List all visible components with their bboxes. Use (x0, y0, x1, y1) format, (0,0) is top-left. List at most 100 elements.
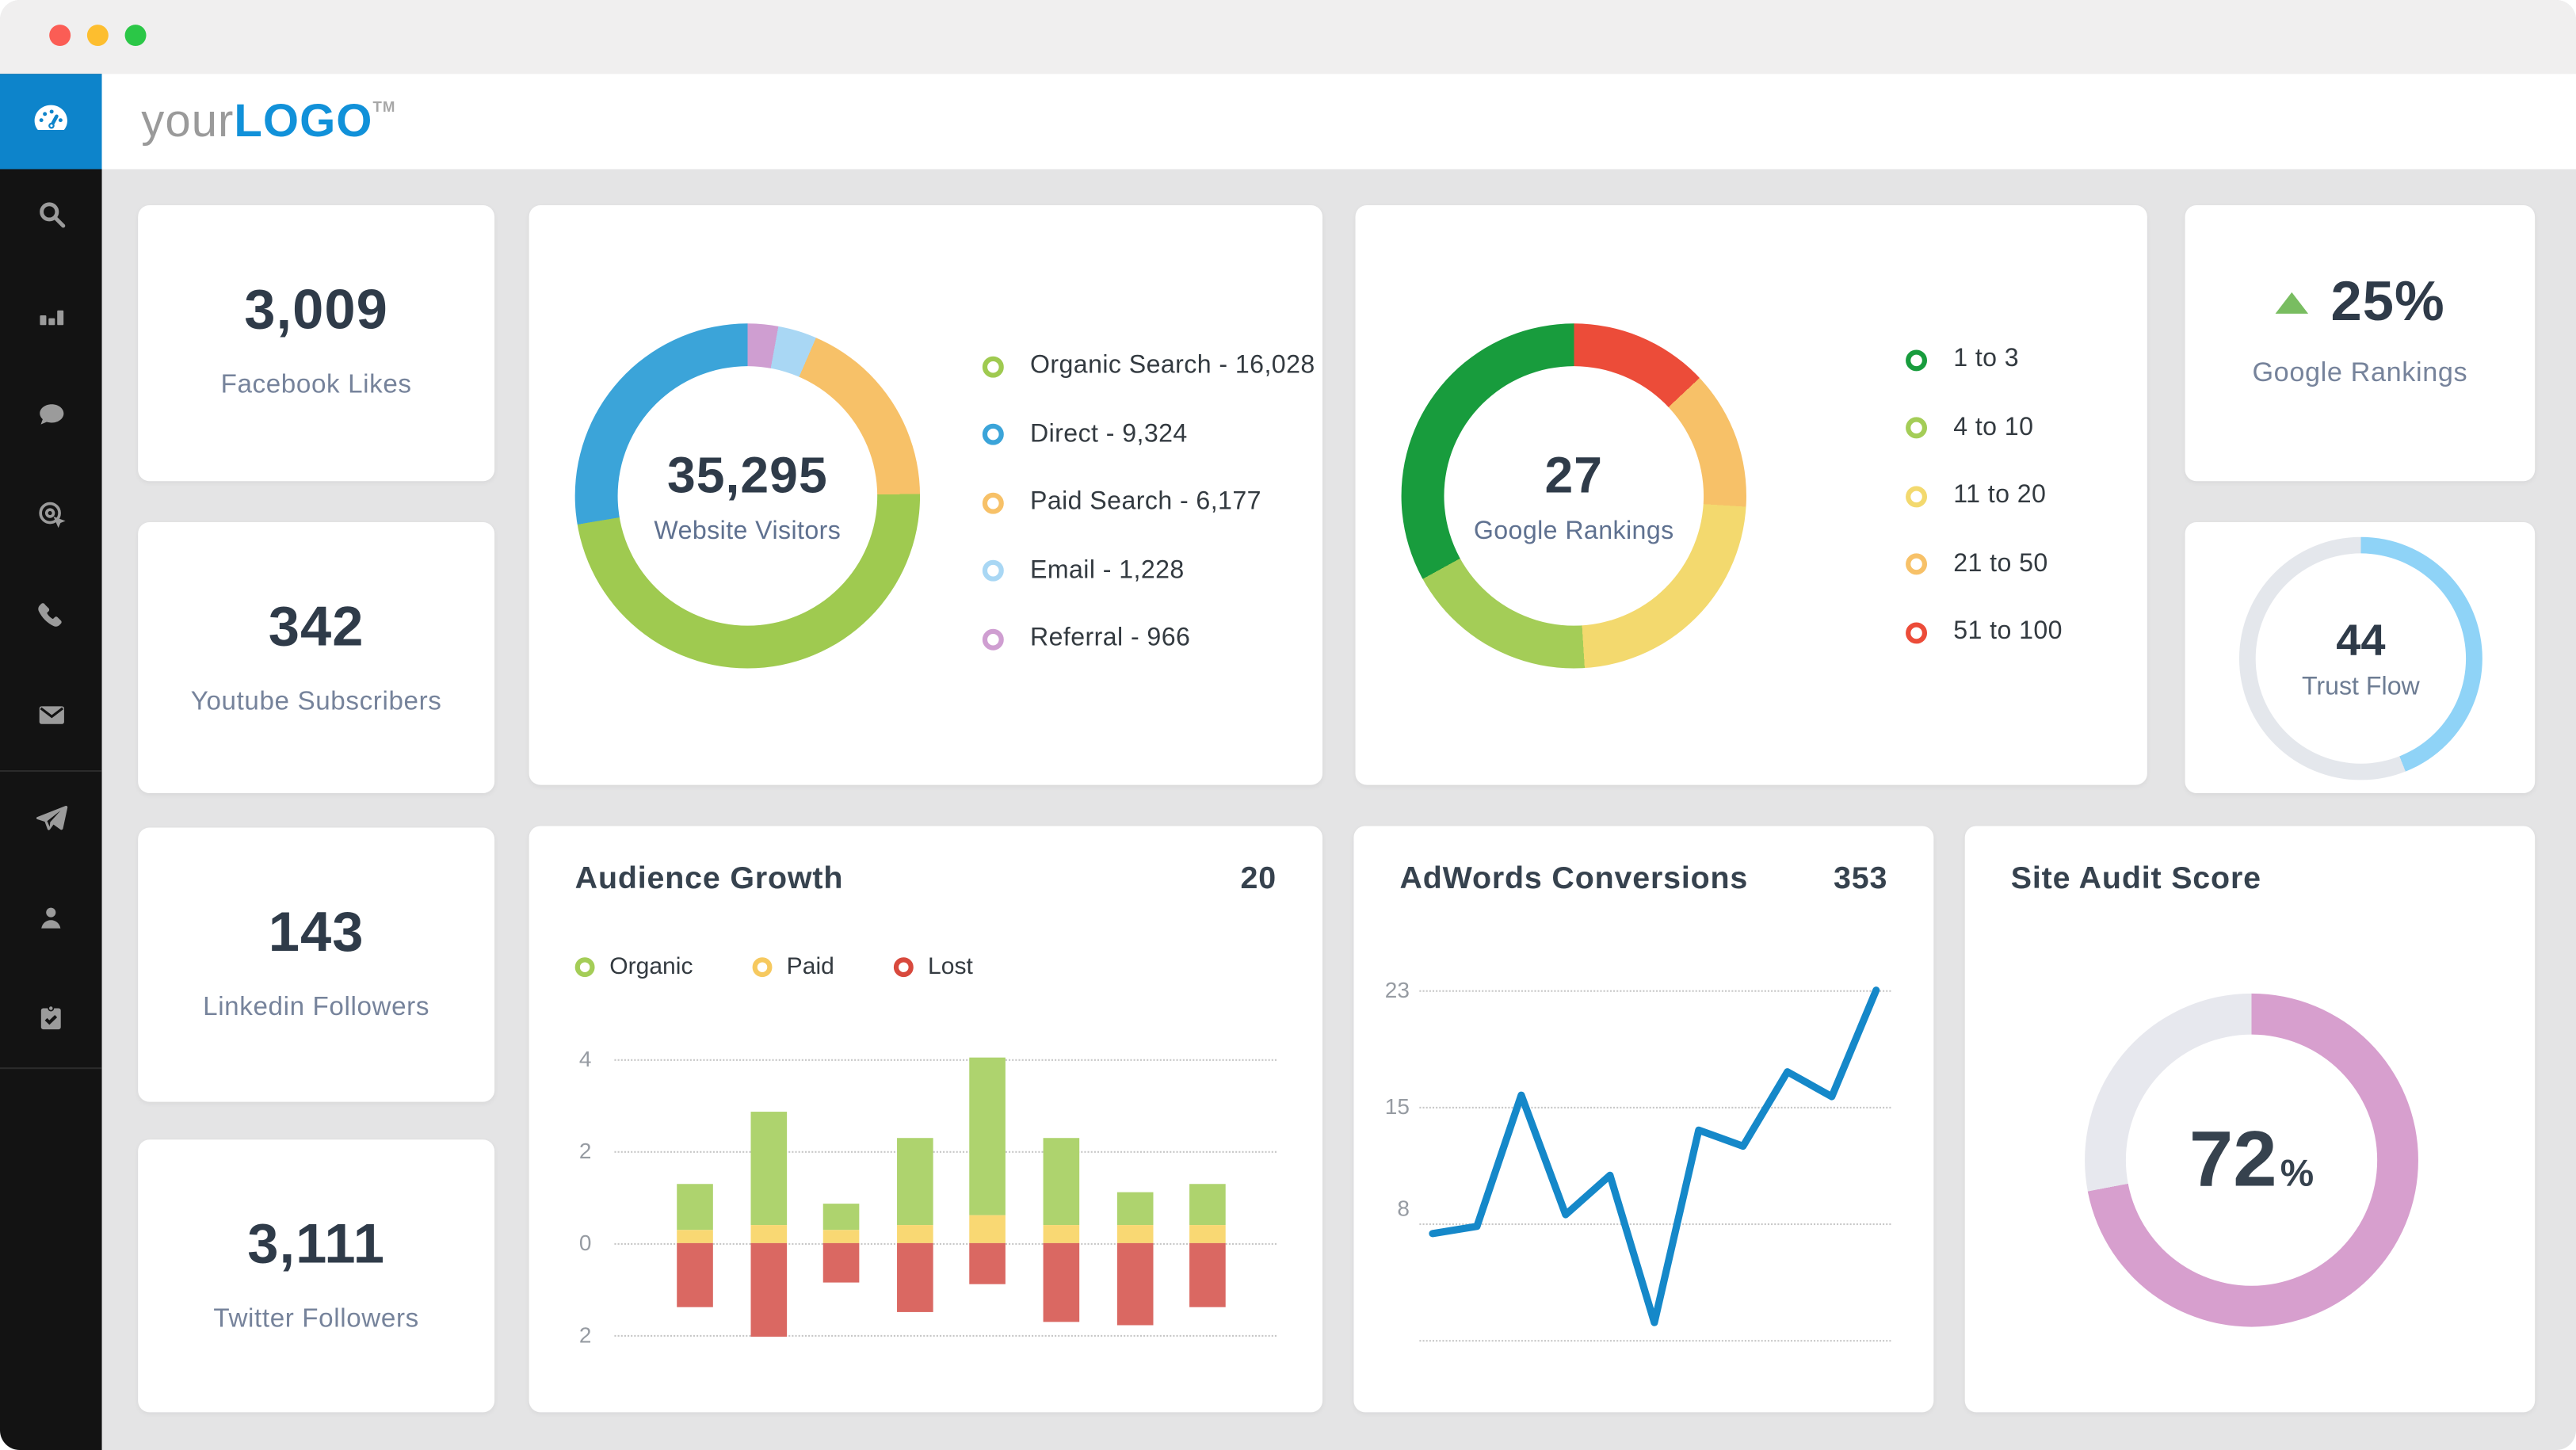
y-axis-tick: 0 (578, 1231, 592, 1256)
legend-item: Organic (574, 954, 693, 981)
bar-segment-organic (823, 1204, 860, 1230)
legend-ring-icon (1906, 349, 1928, 371)
audience-growth-legend: Organic Paid Lost (574, 954, 973, 981)
logo-tm: TM (372, 98, 396, 116)
clipboard-check-icon (35, 1001, 67, 1042)
legend-label: 11 to 20 (1953, 481, 2047, 509)
legend-label: Organic Search - 16,028 (1029, 351, 1315, 380)
google-rankings-donut-chart: 27 Google Rankings (1401, 323, 1746, 669)
google-rankings-legend: 1 to 3 4 to 10 11 to 20 21 to 50 51 to 100 (1906, 343, 2063, 648)
sidebar-item-goals[interactable] (0, 491, 102, 547)
bar-segment-paid (677, 1229, 713, 1243)
legend-label: Paid (786, 954, 834, 981)
logo-main: LOGO (234, 95, 373, 147)
rankings-change-card: 25% Google Rankings (2185, 205, 2536, 482)
stat-card-youtube-subscribers: 342 Youtube Subscribers (138, 522, 495, 794)
stat-label: Linkedin Followers (203, 993, 430, 1022)
site-audit-title: Site Audit Score (2010, 862, 2261, 897)
stat-card-twitter-followers: 3,111 Twitter Followers (138, 1139, 495, 1413)
sidebar-item-tasks[interactable] (0, 994, 102, 1049)
trend-up-icon (2274, 292, 2308, 314)
traffic-light-minimize-button[interactable] (86, 25, 109, 47)
legend-item: 1 to 3 (1906, 343, 2063, 376)
legend-item: Paid Search - 6,177 (982, 486, 1315, 518)
window-titlebar (0, 0, 2576, 74)
legend-item: Direct - 9,324 (982, 418, 1315, 450)
bar-segment-paid (1043, 1224, 1080, 1243)
sidebar-item-profile[interactable] (0, 893, 102, 948)
paper-plane-icon (32, 799, 69, 843)
bar-segment-lost (823, 1242, 860, 1283)
bar-segment-lost (1043, 1242, 1080, 1322)
legend-label: Email - 1,228 (1029, 555, 1185, 584)
trust-flow-label: Trust Flow (2301, 672, 2420, 700)
legend-item: 4 to 10 (1906, 411, 2063, 444)
traffic-light-close-button[interactable] (49, 25, 71, 47)
legend-item: 51 to 100 (1906, 616, 2063, 648)
y-axis-tick: 2 (578, 1322, 592, 1348)
legend-ring-icon (893, 957, 914, 978)
legend-label: Lost (928, 954, 973, 981)
bar-segment-lost (1116, 1242, 1153, 1326)
bar-segment-lost (896, 1242, 933, 1312)
legend-label: Direct - 9,324 (1029, 419, 1188, 448)
bar-segment-organic (1043, 1137, 1080, 1225)
bar-segment-organic (750, 1112, 787, 1225)
gridline (614, 1334, 1277, 1337)
website-visitors-card: 35,295 Website Visitors Organic Search -… (529, 205, 1323, 785)
legend-ring-icon (752, 957, 773, 978)
stat-value: 3,009 (244, 279, 388, 342)
stat-label: Twitter Followers (213, 1305, 419, 1334)
stat-value: 3,111 (247, 1213, 386, 1276)
adwords-conversions-card: AdWords Conversions 353 23 15 8 (1353, 826, 1934, 1413)
legend-label: Organic (609, 954, 693, 981)
legend-ring-icon (982, 491, 1004, 513)
logo: yourLOGOTM (141, 95, 395, 147)
legend-ring-icon (1906, 553, 1928, 575)
sidebar-item-calls[interactable] (0, 591, 102, 647)
bar-segment-organic (1189, 1183, 1227, 1225)
envelope-icon (34, 698, 69, 741)
sidebar-item-dashboard[interactable] (0, 74, 102, 170)
website-visitors-label: Website Visitors (654, 516, 841, 545)
bar-segment-paid (750, 1224, 787, 1243)
bar-segment-paid (1116, 1224, 1153, 1243)
search-icon (34, 197, 69, 240)
target-click-icon (34, 498, 69, 540)
y-axis-tick: 4 (578, 1047, 592, 1072)
legend-ring-icon (982, 423, 1004, 445)
adwords-line-chart (1429, 986, 1880, 1326)
legend-label: Paid Search - 6,177 (1029, 487, 1261, 516)
bar-segment-lost (1189, 1242, 1227, 1308)
stat-value: 143 (268, 901, 364, 964)
google-rankings-card: 27 Google Rankings 1 to 3 4 to 10 11 to 20… (1355, 205, 2147, 785)
traffic-light-zoom-button[interactable] (124, 25, 147, 47)
legend-label: 21 to 50 (1953, 549, 2048, 578)
gridline (614, 1059, 1277, 1061)
sidebar-item-messages[interactable] (0, 391, 102, 446)
legend-item: Organic Search - 16,028 (982, 349, 1315, 382)
legend-label: 51 to 100 (1953, 617, 2063, 646)
bar-chart-icon (34, 297, 69, 340)
y-axis-tick: 2 (578, 1139, 592, 1164)
legend-item: Lost (893, 954, 973, 981)
stat-label: Youtube Subscribers (190, 688, 442, 716)
website-visitors-total: 35,295 (666, 445, 828, 504)
legend-ring-icon (982, 628, 1004, 650)
sidebar-item-analytics[interactable] (0, 291, 102, 346)
legend-item: Email - 1,228 (982, 554, 1315, 586)
legend-ring-icon (982, 355, 1004, 377)
sidebar-divider (0, 1067, 102, 1070)
sidebar-item-campaigns[interactable] (0, 793, 102, 849)
bar-segment-organic (677, 1183, 713, 1230)
app-window: yourLOGOTM 3,009 Facebook Likes 342 Yout… (0, 0, 2576, 1450)
legend-item: Referral - 966 (982, 622, 1315, 654)
legend-ring-icon (982, 559, 1004, 582)
stat-card-linkedin-followers: 143 Linkedin Followers (138, 827, 495, 1102)
sidebar-item-email[interactable] (0, 692, 102, 747)
legend-ring-icon (1906, 621, 1928, 643)
sidebar-item-search[interactable] (0, 190, 102, 246)
site-audit-unit: % (2280, 1150, 2315, 1194)
legend-label: 4 to 10 (1953, 413, 2034, 441)
traffic-lights (49, 25, 147, 47)
